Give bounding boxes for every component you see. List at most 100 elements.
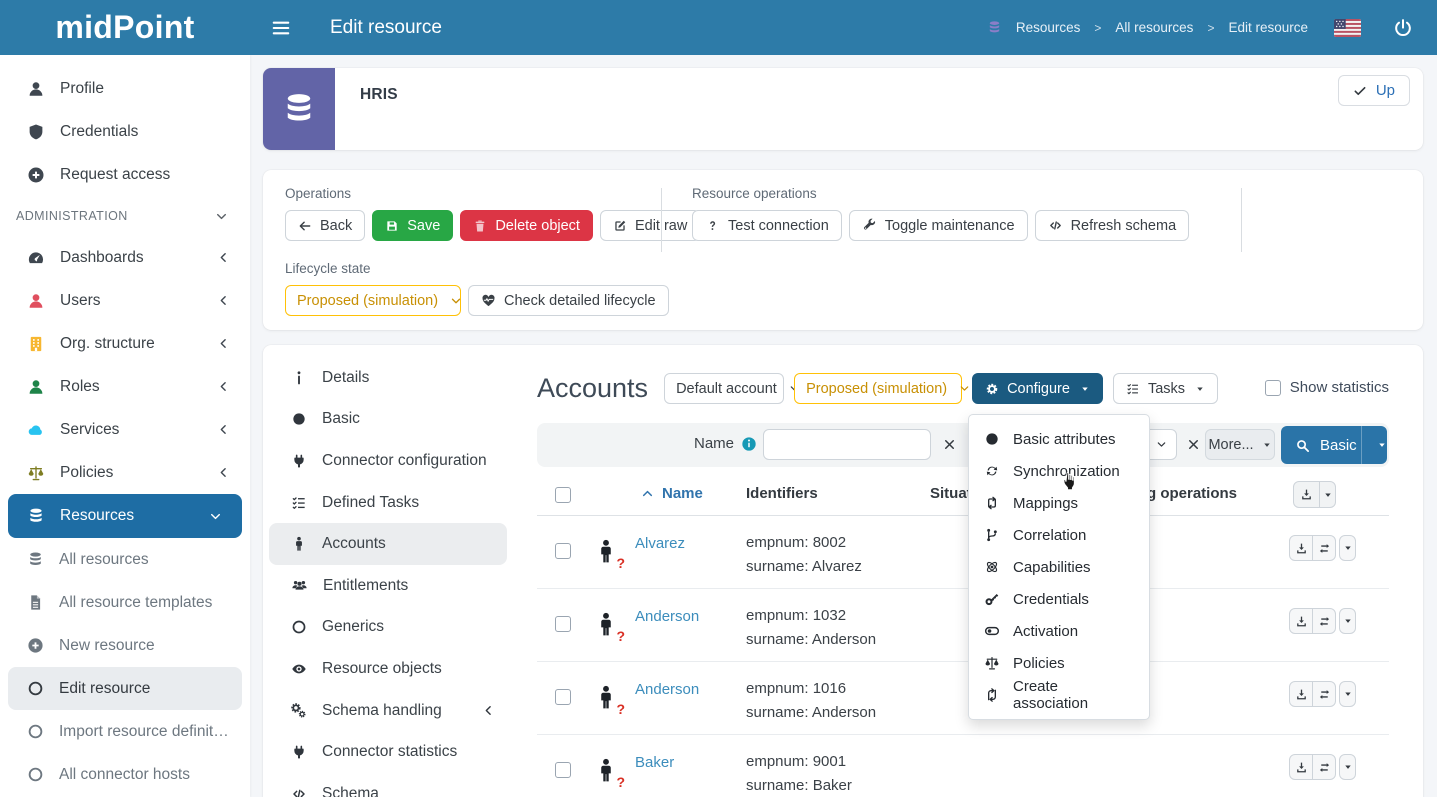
name-search-input[interactable] [763,429,931,460]
row-checkbox[interactable] [555,689,571,705]
midpoint-logo[interactable]: midPoint [0,9,250,46]
row-more-actions-caret[interactable] [1339,754,1356,780]
save-button[interactable]: Save [372,210,453,241]
sidebar-item-label: Edit resource [59,680,150,698]
menu-item-schema[interactable]: Schema [263,773,513,797]
sidebar-item-services[interactable]: Services [0,408,250,451]
identifier-surname: surname: Anderson [746,704,876,721]
row-transfer-button[interactable] [1312,535,1336,561]
clear-filter-icon[interactable] [1186,437,1201,452]
row-more-actions-caret[interactable] [1339,608,1356,634]
menu-item-generics[interactable]: Generics [263,607,513,649]
accounts-lifecycle-select[interactable]: Proposed (simulation) [794,373,962,404]
row-more-actions-caret[interactable] [1339,681,1356,707]
menu-item-entitlements[interactable]: Entitlements [263,565,513,607]
column-header-name[interactable]: Name [641,485,703,502]
configure-dropdown-button[interactable]: Configure [972,373,1103,404]
sidebar-item-label: All resources [59,551,149,569]
test-connection-label: Test connection [728,218,829,234]
sidebar-item-request-access[interactable]: Request access [0,153,250,196]
sidebar-item-policies[interactable]: Policies [0,451,250,494]
row-checkbox[interactable] [555,762,571,778]
show-statistics-toggle[interactable]: Show statistics [1265,379,1389,396]
us-flag-icon[interactable] [1334,19,1361,37]
menu-item-resource-objects[interactable]: Resource objects [263,648,513,690]
sidebar-item-all-resource-templates[interactable]: All resource templates [0,581,250,624]
sidebar-item-org-structure[interactable]: Org. structure [0,322,250,365]
check-detailed-lifecycle-button[interactable]: Check detailed lifecycle [468,285,669,316]
menu-item-activation[interactable]: Activation [969,615,1149,647]
refresh-schema-button[interactable]: Refresh schema [1035,210,1190,241]
account-person-icon: ? [593,535,619,568]
sidebar-item-dashboards[interactable]: Dashboards [0,236,250,279]
menu-item-basic[interactable]: Basic [263,399,513,441]
search-mode-caret[interactable] [1361,426,1387,464]
sidebar-item-import-resource-definition[interactable]: Import resource definit… [0,710,250,753]
sidebar-item-edit-resource[interactable]: Edit resource [8,667,242,710]
row-checkbox[interactable] [555,616,571,632]
back-button[interactable]: Back [285,210,365,241]
gears-icon [291,703,307,719]
export-options-caret[interactable] [1319,481,1336,508]
row-download-button[interactable] [1289,754,1313,780]
page-title: Edit resource [330,17,442,39]
role-icon [27,378,45,396]
resource-status-up-button[interactable]: Up [1338,75,1410,106]
menu-label: Mappings [1013,495,1078,512]
lifecycle-state-select[interactable]: Proposed (simulation) [285,285,461,316]
tasks-dropdown-button[interactable]: Tasks [1113,373,1218,404]
atom-icon [984,559,1000,575]
configure-label: Configure [1007,381,1070,397]
menu-item-basic-attributes[interactable]: Basic attributes [969,423,1149,455]
account-name-link[interactable]: Alvarez [635,535,685,552]
menu-item-policies[interactable]: Policies [969,647,1149,679]
menu-item-capabilities[interactable]: Capabilities [969,551,1149,583]
sidebar-item-credentials[interactable]: Credentials [0,110,250,153]
sidebar-item-all-resources[interactable]: All resources [0,538,250,581]
sidebar-item-roles[interactable]: Roles [0,365,250,408]
row-transfer-button[interactable] [1312,754,1336,780]
breadcrumb-resources[interactable]: Resources [1016,20,1081,35]
database-icon [281,91,317,127]
account-name-link[interactable]: Baker [635,754,674,771]
row-download-button[interactable] [1289,535,1313,561]
row-download-button[interactable] [1289,608,1313,634]
menu-item-connector-statistics[interactable]: Connector statistics [263,731,513,773]
menu-item-details[interactable]: Details [263,357,513,399]
menu-item-credentials[interactable]: Credentials [969,583,1149,615]
menu-item-create-association[interactable]: Create association [969,679,1149,711]
select-all-checkbox[interactable] [555,487,571,503]
search-basic-button[interactable]: Basic [1281,426,1387,464]
menu-item-schema-handling[interactable]: Schema handling [263,690,513,732]
show-statistics-checkbox[interactable] [1265,380,1281,396]
menu-item-correlation[interactable]: Correlation [969,519,1149,551]
row-download-button[interactable] [1289,681,1313,707]
row-more-actions-caret[interactable] [1339,535,1356,561]
menu-item-connector-configuration[interactable]: Connector configuration [263,440,513,482]
sidebar-item-all-connector-hosts[interactable]: All connector hosts [0,753,250,796]
sidebar-item-resources[interactable]: Resources [8,494,242,538]
row-transfer-button[interactable] [1312,608,1336,634]
sidebar-item-new-resource[interactable]: New resource [0,624,250,667]
account-type-select[interactable]: Default account [664,373,784,404]
more-filters-button[interactable]: More... [1205,429,1275,460]
export-download-button[interactable] [1293,481,1320,508]
sidebar-section-administration[interactable]: ADMINISTRATION [0,196,250,236]
account-name-link[interactable]: Anderson [635,608,699,625]
menu-item-defined-tasks[interactable]: Defined Tasks [263,482,513,524]
row-checkbox[interactable] [555,543,571,559]
account-person-icon: ? [593,681,619,714]
sidebar-item-users[interactable]: Users [0,279,250,322]
account-name-link[interactable]: Anderson [635,681,699,698]
sidebar-item-label: Dashboards [60,249,144,267]
menu-item-accounts[interactable]: Accounts [269,523,507,565]
breadcrumb-all-resources[interactable]: All resources [1115,20,1193,35]
test-connection-button[interactable]: Test connection [692,210,842,241]
row-transfer-button[interactable] [1312,681,1336,707]
sidebar-item-profile[interactable]: Profile [0,67,250,110]
toggle-maintenance-button[interactable]: Toggle maintenance [849,210,1028,241]
logout-power-icon[interactable] [1393,18,1413,38]
hamburger-menu-icon[interactable] [270,17,292,39]
delete-object-button[interactable]: Delete object [460,210,593,241]
clear-filter-icon[interactable] [942,437,957,452]
